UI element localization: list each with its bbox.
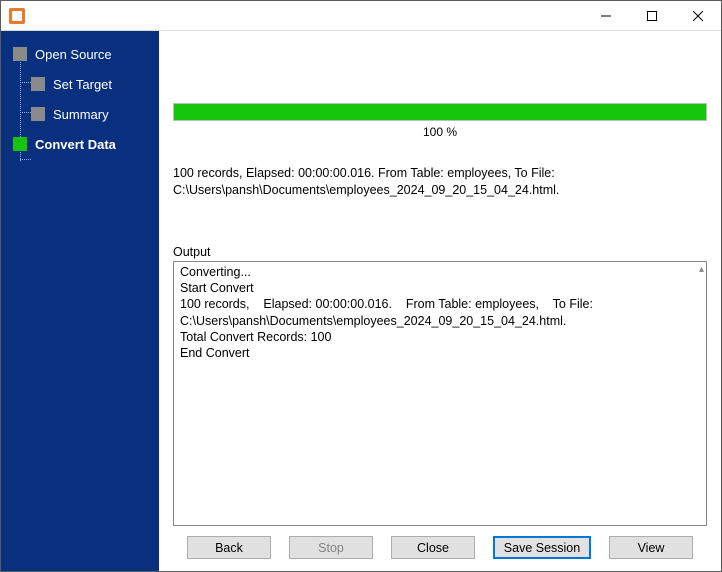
button-row: Back Stop Close Save Session View <box>173 536 707 559</box>
sidebar-item-label: Convert Data <box>35 137 116 152</box>
titlebar <box>1 1 721 31</box>
sidebar-item-open-source[interactable]: Open Source <box>1 39 159 69</box>
app-icon <box>9 8 25 24</box>
sidebar-item-label: Open Source <box>35 47 112 62</box>
square-icon <box>13 137 27 151</box>
progress-bar <box>173 103 707 121</box>
progress-label: 100 % <box>173 125 707 139</box>
square-icon <box>31 77 45 91</box>
scroll-up-icon[interactable]: ▴ <box>699 264 704 275</box>
output-box[interactable]: ▴ Converting... Start Convert 100 record… <box>173 261 707 526</box>
progress-fill <box>174 104 706 120</box>
main-panel: 100 % 100 records, Elapsed: 00:00:00.016… <box>159 31 721 571</box>
sidebar: Open Source Set Target Summary Convert D… <box>1 31 159 571</box>
summary-text: 100 records, Elapsed: 00:00:00.016. From… <box>173 165 707 199</box>
square-icon <box>13 47 27 61</box>
save-session-button[interactable]: Save Session <box>493 536 591 559</box>
output-text: Converting... Start Convert 100 records,… <box>180 264 704 362</box>
progress-section: 100 % <box>173 103 707 139</box>
minimize-button[interactable] <box>583 1 629 31</box>
close-action-button[interactable]: Close <box>391 536 475 559</box>
back-button[interactable]: Back <box>187 536 271 559</box>
sidebar-item-summary[interactable]: Summary <box>1 99 159 129</box>
maximize-button[interactable] <box>629 1 675 31</box>
sidebar-item-convert-data[interactable]: Convert Data <box>1 129 159 159</box>
output-label: Output <box>173 245 707 259</box>
close-button[interactable] <box>675 1 721 31</box>
view-button[interactable]: View <box>609 536 693 559</box>
square-icon <box>31 107 45 121</box>
sidebar-item-label: Summary <box>53 107 109 122</box>
sidebar-item-set-target[interactable]: Set Target <box>1 69 159 99</box>
stop-button: Stop <box>289 536 373 559</box>
sidebar-item-label: Set Target <box>53 77 112 92</box>
